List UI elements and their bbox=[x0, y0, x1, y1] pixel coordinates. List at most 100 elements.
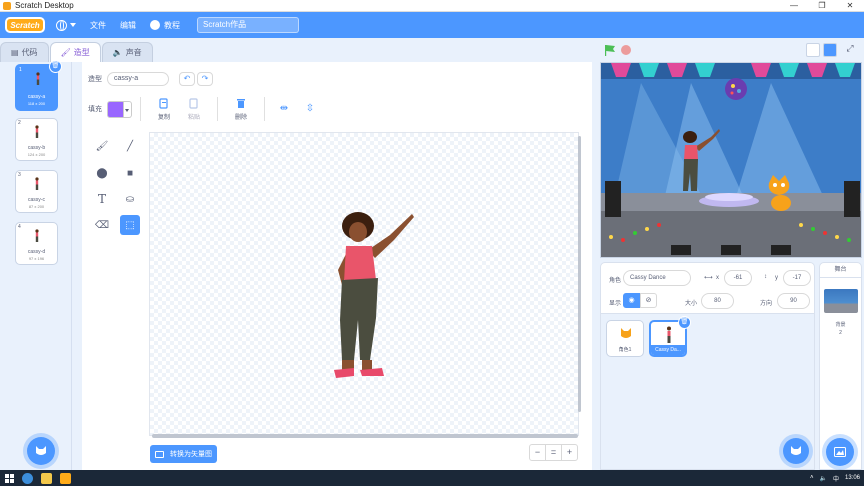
circle-tool[interactable]: ⬤ bbox=[92, 163, 112, 183]
direction-input[interactable]: 90 bbox=[777, 293, 810, 309]
file-menu[interactable]: 文件 bbox=[83, 12, 113, 38]
costume-thumbnail bbox=[36, 72, 40, 85]
tab-code-label: 代码 bbox=[21, 48, 38, 57]
trash-icon bbox=[237, 98, 245, 108]
convert-label: 转换为矢量图 bbox=[170, 451, 212, 458]
fill-color-dropdown[interactable] bbox=[124, 100, 132, 118]
close-button[interactable]: ✕ bbox=[836, 0, 864, 12]
eraser-tool[interactable]: ⌫ bbox=[92, 215, 112, 235]
costume-size: 118 x 200 bbox=[27, 101, 46, 106]
fullscreen-icon[interactable]: ⤢ bbox=[843, 43, 857, 57]
volume-icon[interactable]: 🔈 bbox=[819, 475, 826, 482]
flip-vertical-button[interactable]: ⇳ bbox=[299, 98, 321, 120]
costume-item[interactable]: 3 cassy-c 87 x 200 bbox=[15, 170, 58, 213]
paint-bucket-icon: ⛀ bbox=[125, 193, 135, 205]
edge-browser-icon[interactable] bbox=[22, 472, 33, 484]
paste-button[interactable]: 粘贴 bbox=[179, 97, 209, 121]
add-sprite-button[interactable] bbox=[783, 438, 809, 464]
copy-label: 复制 bbox=[157, 114, 170, 121]
y-input[interactable]: -17 bbox=[783, 270, 811, 286]
zoom-reset-button[interactable]: = bbox=[545, 444, 562, 461]
add-costume-button[interactable] bbox=[27, 437, 55, 465]
speaker-icon: 🔈 bbox=[112, 48, 123, 57]
flip-horizontal-button[interactable]: ⇹ bbox=[273, 98, 295, 120]
costume-name: cassy-b bbox=[27, 145, 46, 151]
image-icon bbox=[834, 447, 846, 457]
line-tool[interactable]: ╱ bbox=[120, 136, 140, 156]
fill-tool[interactable]: ⛀ bbox=[120, 189, 140, 209]
stage[interactable] bbox=[600, 62, 862, 258]
fill-color-swatch[interactable] bbox=[107, 100, 124, 118]
input-language[interactable]: 中 bbox=[833, 474, 839, 483]
language-menu[interactable] bbox=[49, 12, 83, 38]
zoom-out-button[interactable]: − bbox=[529, 444, 546, 461]
costume-item[interactable]: 1 cassy-a 118 x 200 🗑 bbox=[15, 60, 62, 111]
convert-to-vector-button[interactable]: 转换为矢量图 bbox=[150, 445, 217, 463]
small-stage-button[interactable] bbox=[806, 43, 820, 57]
sprite-name: Cassy Da... bbox=[651, 345, 685, 355]
chevron-down-icon bbox=[70, 23, 76, 27]
green-flag-icon[interactable] bbox=[604, 44, 616, 56]
x-input[interactable]: -61 bbox=[724, 270, 752, 286]
select-tool[interactable]: ⬚ bbox=[120, 215, 140, 235]
sprite-name-input[interactable]: Cassy Dance bbox=[623, 270, 691, 286]
copy-icon bbox=[159, 97, 168, 109]
system-tray: ˄ 🔈 中 13:06 bbox=[804, 470, 860, 486]
costume-number: 3 bbox=[18, 172, 21, 178]
cat-icon bbox=[36, 446, 46, 455]
tutorials-label: 教程 bbox=[164, 20, 180, 30]
image-icon bbox=[155, 450, 164, 458]
brush-tool[interactable]: 🖌 bbox=[92, 136, 112, 156]
stage-title: 舞台 bbox=[820, 265, 861, 278]
maximize-button[interactable]: ❐ bbox=[808, 0, 836, 12]
circle-icon: ⬤ bbox=[96, 167, 108, 179]
canvas-vertical-scrollbar[interactable] bbox=[577, 132, 582, 418]
clock[interactable]: 13:06 bbox=[845, 475, 860, 481]
costume-size: 97 x 196 bbox=[28, 256, 45, 261]
cassy-thumbnail bbox=[667, 326, 671, 343]
zoom-in-button[interactable]: + bbox=[561, 444, 578, 461]
costume-name-input[interactable]: cassy-a bbox=[107, 72, 169, 86]
normal-stage-button[interactable] bbox=[823, 43, 837, 57]
chevron-up-icon[interactable]: ˄ bbox=[810, 475, 814, 481]
tab-code[interactable]: ▤ 代码 bbox=[0, 42, 49, 62]
costume-item[interactable]: 2 cassy-b 124 x 200 bbox=[15, 118, 58, 161]
show-label: 显示 bbox=[609, 301, 622, 307]
edit-menu[interactable]: 编辑 bbox=[113, 12, 143, 38]
canvas-horizontal-scrollbar[interactable] bbox=[152, 434, 578, 438]
show-visible-button[interactable]: ◉ bbox=[623, 293, 640, 308]
hide-button[interactable]: ⊘ bbox=[640, 293, 657, 308]
delete-button[interactable]: 删除 bbox=[226, 98, 256, 121]
costume-thumbnail bbox=[35, 177, 39, 190]
sprite-tile[interactable]: Cassy Da... 🗑 bbox=[649, 316, 691, 357]
scratch-logo[interactable]: Scratch bbox=[5, 17, 45, 33]
costume-name: cassy-d bbox=[27, 249, 46, 255]
copy-button[interactable]: 复制 bbox=[149, 97, 179, 121]
stop-icon[interactable] bbox=[621, 45, 631, 55]
y-arrows-icon: ↕ bbox=[764, 274, 767, 280]
text-tool[interactable]: T bbox=[92, 189, 112, 209]
scroll-thumb[interactable] bbox=[578, 136, 581, 412]
delete-costume-icon[interactable]: 🗑 bbox=[49, 60, 62, 73]
redo-button[interactable]: ↷ bbox=[197, 72, 213, 86]
costume-label: 造型 bbox=[88, 76, 102, 83]
windows-start-icon[interactable] bbox=[5, 473, 14, 483]
scratch-taskbar-icon[interactable] bbox=[60, 472, 71, 484]
edit-toolbar: 填充 复制 粘贴 删除 ⇹ ⇳ bbox=[88, 94, 321, 124]
tab-sounds[interactable]: 🔈 声音 bbox=[101, 42, 153, 62]
project-title-input[interactable]: Scratch作品 bbox=[197, 17, 299, 33]
delete-sprite-icon[interactable]: 🗑 bbox=[678, 316, 691, 329]
sprite-tile[interactable]: 角色1 bbox=[606, 320, 644, 357]
undo-button[interactable]: ↶ bbox=[179, 72, 195, 86]
paint-canvas[interactable] bbox=[149, 132, 579, 436]
costume-item[interactable]: 4 cassy-d 97 x 196 bbox=[15, 222, 58, 265]
rectangle-tool[interactable]: ■ bbox=[120, 163, 140, 183]
minimize-button[interactable]: — bbox=[780, 0, 808, 12]
eraser-icon: ⌫ bbox=[94, 219, 110, 231]
tab-costumes[interactable]: 🖌 造型 bbox=[49, 42, 101, 62]
tutorials-menu[interactable]: 教程 bbox=[143, 12, 187, 38]
direction-label: 方向 bbox=[760, 301, 773, 307]
size-input[interactable]: 80 bbox=[701, 293, 734, 309]
file-explorer-icon[interactable] bbox=[41, 472, 52, 484]
add-backdrop-button[interactable] bbox=[826, 438, 854, 466]
